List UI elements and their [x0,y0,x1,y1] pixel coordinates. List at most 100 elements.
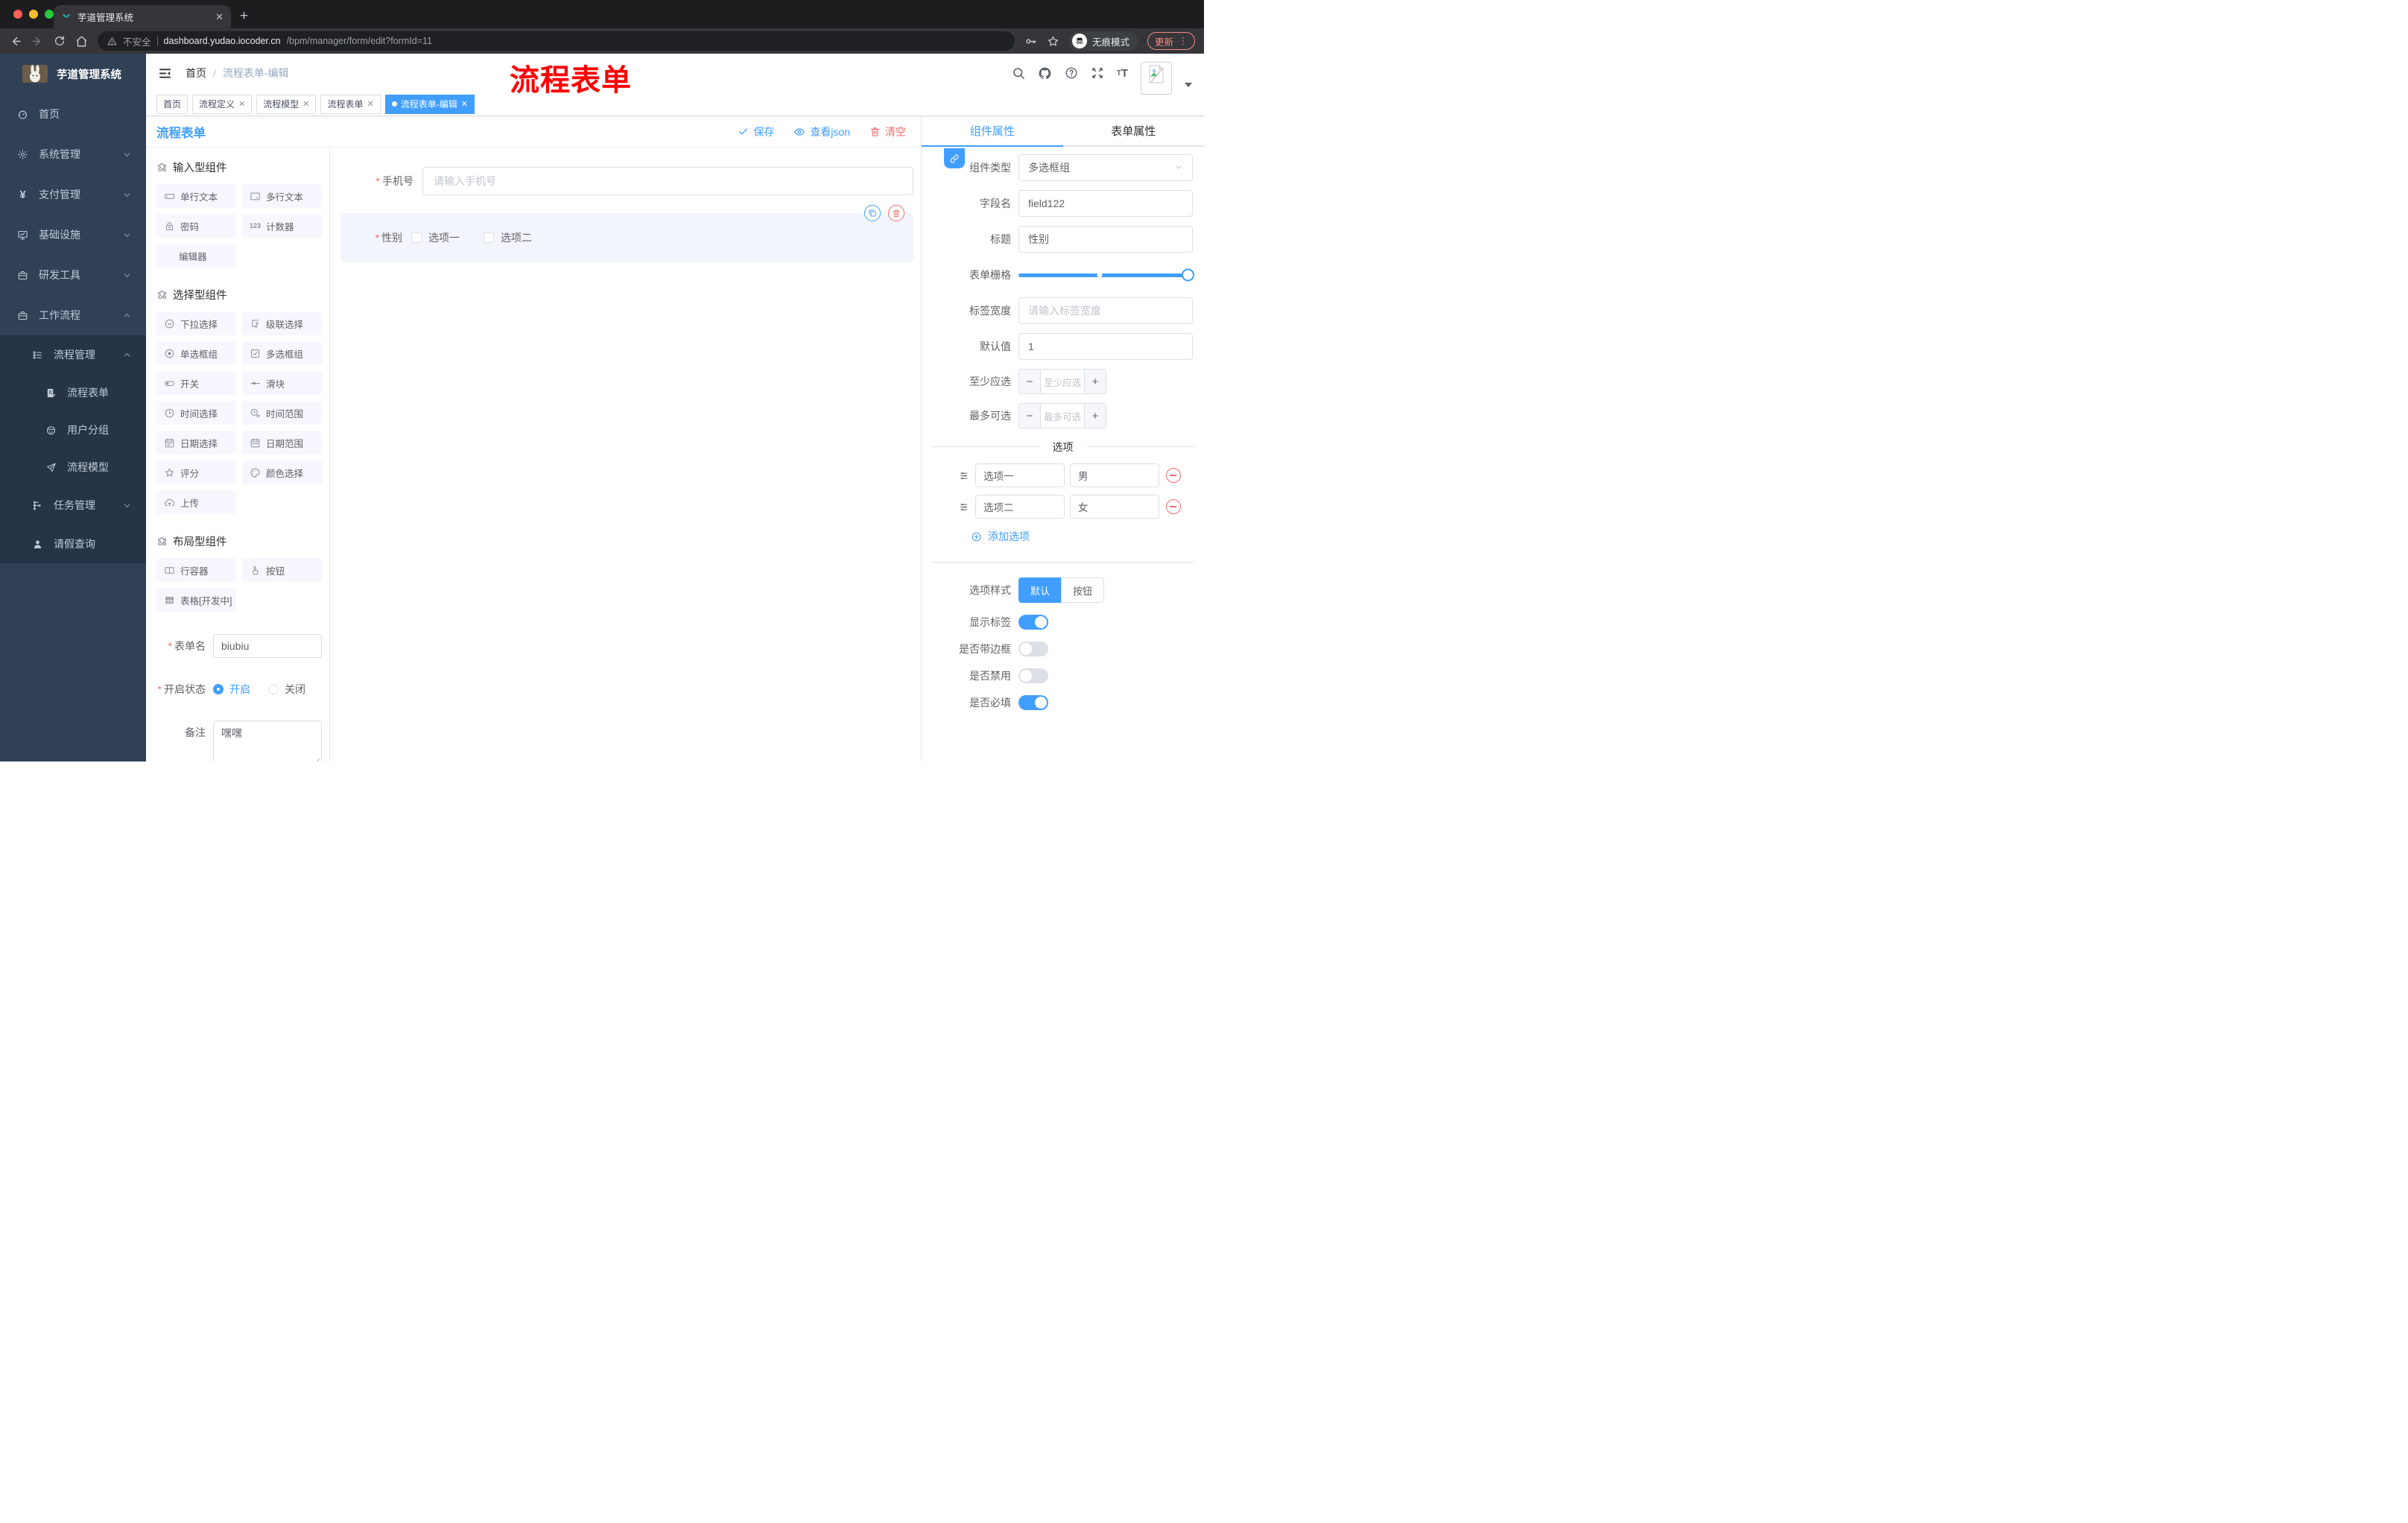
toggle-是否带边框[interactable] [1018,642,1048,656]
component-item-行容器[interactable]: 行容器 [156,558,236,582]
github-icon[interactable] [1038,66,1052,80]
radio-on-label[interactable]: 开启 [229,682,250,697]
fullscreen-icon[interactable] [1091,66,1104,80]
sidebar-item-请假查询[interactable]: 请假查询 [0,525,146,563]
radio-off-label[interactable]: 关闭 [285,682,305,697]
address-bar[interactable]: 不安全 dashboard.yudao.iocoder.cn/bpm/manag… [98,31,1015,51]
component-item-评分[interactable]: 评分 [156,460,236,484]
component-item-时间范围[interactable]: 时间范围 [242,401,322,425]
remove-option-button[interactable] [1166,468,1181,483]
style-option-默认[interactable]: 默认 [1018,577,1062,603]
browser-tab[interactable]: 芋道管理系统 ✕ [54,5,231,28]
zoom-window-button[interactable] [45,10,54,19]
view-json-button[interactable]: 查看json [793,124,850,139]
add-option-button[interactable]: 添加选项 [971,529,1204,544]
font-size-icon[interactable]: TT [1117,67,1128,80]
tab-流程表单[interactable]: 流程表单 ✕ [320,94,381,114]
sidebar-item-支付管理[interactable]: ¥ 支付管理 [0,174,146,215]
home-icon[interactable] [75,35,88,48]
help-icon[interactable] [1065,66,1078,80]
form-grid-slider[interactable] [1018,262,1194,288]
sidebar-item-研发工具[interactable]: 研发工具 [0,255,146,295]
sidebar-item-工作流程[interactable]: 工作流程 [0,295,146,335]
component-item-级联选择[interactable]: 级联选择 [242,311,322,335]
back-icon[interactable] [9,35,22,48]
component-item-上传[interactable]: 上传 [156,490,236,514]
breadcrumb-home[interactable]: 首页 [186,66,206,80]
component-item-日期范围[interactable]: 日期范围 [242,431,322,455]
stepper-decrease-button[interactable]: − [1019,404,1041,428]
tab-component-props[interactable]: 组件属性 [922,116,1063,145]
component-item-编辑器[interactable]: 编辑器 [156,244,236,267]
close-tag-icon[interactable]: ✕ [302,99,309,109]
component-item-日期选择[interactable]: 日期选择 [156,431,236,455]
style-option-按钮[interactable]: 按钮 [1061,577,1105,603]
tab-close-icon[interactable]: ✕ [215,11,224,23]
stepper-increase-button[interactable]: + [1084,370,1106,393]
phone-input[interactable]: 请输入手机号 [422,167,913,195]
checkbox-unchecked-icon[interactable] [411,232,422,243]
gender-option-选项二[interactable]: 选项二 [484,230,532,245]
option-value-input[interactable]: 男 [1070,463,1159,487]
sidebar-item-用户分组[interactable]: 用户分组 [0,411,146,449]
form-remark-textarea[interactable]: 嘿嘿 [213,721,322,762]
sidebar-item-任务管理[interactable]: 任务管理 [0,486,146,525]
save-button[interactable]: 保存 [738,124,774,139]
clear-button[interactable]: 清空 [869,124,906,139]
tab-流程模型[interactable]: 流程模型 ✕ [256,94,317,114]
prop-input-标题[interactable]: 性别 [1018,226,1193,253]
sidebar-item-系统管理[interactable]: 系统管理 [0,134,146,174]
forward-icon[interactable] [31,35,44,48]
delete-component-button[interactable] [888,205,904,221]
slider-thumb[interactable] [1182,268,1194,282]
component-item-计数器[interactable]: 123 计数器 [242,214,322,238]
window-controls[interactable] [13,10,54,19]
stepper-decrease-button[interactable]: − [1019,370,1041,393]
sidebar-item-流程表单[interactable]: 流程表单 [0,374,146,411]
prop-input-标签宽度[interactable]: 请输入标签宽度 [1018,297,1193,324]
canvas-field-gender-selected[interactable]: * 性别 选项一 选项二 [340,205,913,262]
component-item-开关[interactable]: 开关 [156,371,236,395]
component-item-多选框组[interactable]: 多选框组 [242,341,322,365]
sidebar-item-基础设施[interactable]: 基础设施 [0,215,146,255]
radio-on[interactable] [213,684,224,694]
collapse-sidebar-icon[interactable] [158,66,172,80]
sidebar-item-流程管理[interactable]: 流程管理 [0,335,146,374]
gender-option-选项一[interactable]: 选项一 [411,230,460,245]
component-item-下拉选择[interactable]: 下拉选择 [156,311,236,335]
tab-流程定义[interactable]: 流程定义 ✕ [192,94,253,114]
form-name-input[interactable]: biubiu [213,634,322,658]
close-tag-icon[interactable]: ✕ [367,99,374,109]
toggle-是否必填[interactable] [1018,695,1048,710]
close-tag-icon[interactable]: ✕ [461,99,468,109]
reload-icon[interactable] [54,35,66,47]
form-canvas[interactable]: * 手机号 请输入手机号 * 性别 选项一 选项二 [330,148,921,762]
close-tag-icon[interactable]: ✕ [238,99,245,109]
link-tab[interactable] [944,148,965,168]
option-value-input[interactable]: 女 [1070,495,1159,519]
component-item-按钮[interactable]: 按钮 [242,558,322,582]
tab-流程表单-编辑[interactable]: 流程表单-编辑 ✕ [384,94,475,114]
component-item-时间选择[interactable]: 时间选择 [156,401,236,425]
component-item-单行文本[interactable]: 单行文本 [156,184,236,208]
sidebar-item-首页[interactable]: 首页 [0,94,146,134]
close-window-button[interactable] [13,10,22,19]
radio-off[interactable] [268,684,279,694]
component-item-滑块[interactable]: 滑块 [242,371,322,395]
prop-input-默认值[interactable]: 1 [1018,333,1193,360]
remove-option-button[interactable] [1166,499,1181,514]
sidebar-item-流程模型[interactable]: 流程模型 [0,449,146,486]
toggle-显示标签[interactable] [1018,615,1048,630]
search-icon[interactable] [1012,66,1025,80]
component-item-单选框组[interactable]: 单选框组 [156,341,236,365]
password-key-icon[interactable] [1024,35,1037,48]
option-label-input[interactable]: 选项二 [975,495,1065,519]
avatar[interactable] [1141,62,1172,95]
avatar-caret-down-icon[interactable] [1185,83,1192,87]
tab-首页[interactable]: 首页 [156,94,188,114]
bookmark-star-icon[interactable] [1047,35,1059,48]
prop-select-组件类型[interactable]: 多选框组 [1018,154,1193,181]
minimize-window-button[interactable] [29,10,38,19]
stepper-increase-button[interactable]: + [1084,404,1106,428]
canvas-field-phone[interactable]: * 手机号 请输入手机号 [340,167,913,195]
